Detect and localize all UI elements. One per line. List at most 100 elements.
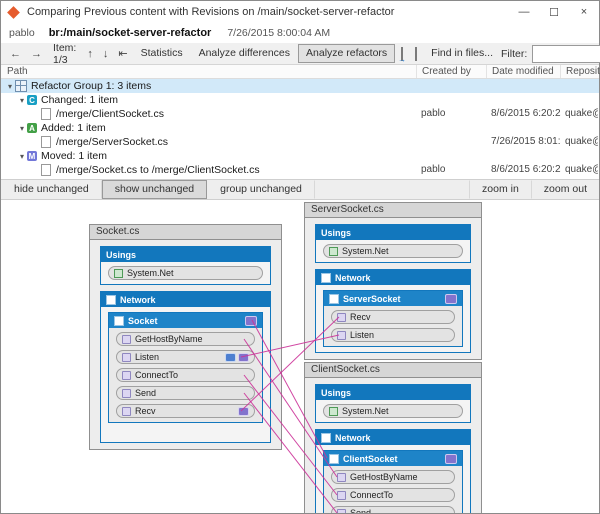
namespace-icon bbox=[321, 432, 331, 443]
member-badges bbox=[225, 352, 249, 362]
member-gethostbyname[interactable]: GetHostByName bbox=[116, 332, 255, 346]
file-box-socket[interactable]: Socket.cs Usings System.Net Network Sock… bbox=[89, 224, 282, 450]
tree-row-socket-moved[interactable]: /merge/Socket.cs to /merge/ClientSocket.… bbox=[1, 163, 599, 177]
repository-cell: quake@1... bbox=[565, 136, 598, 147]
using-system-net[interactable]: System.Net bbox=[323, 404, 463, 418]
class-header[interactable]: ClientSocket bbox=[324, 451, 462, 466]
method-icon bbox=[337, 330, 346, 340]
export-report-icon[interactable] bbox=[398, 46, 406, 64]
group-unchanged-button[interactable]: group unchanged bbox=[207, 180, 315, 199]
expander-icon[interactable]: ▾ bbox=[17, 152, 27, 161]
member-connectto[interactable]: ConnectTo bbox=[331, 488, 455, 502]
class-header[interactable]: Socket bbox=[109, 313, 262, 328]
find-in-files-button[interactable]: Find in files... bbox=[423, 44, 501, 63]
title-bar: Comparing Previous content with Revision… bbox=[1, 1, 599, 23]
show-unchanged-button[interactable]: show unchanged bbox=[101, 180, 208, 199]
class-box-socket: Socket GetHostByName Listen ConnectTo Se… bbox=[108, 312, 263, 423]
previous-item-icon[interactable]: ↑ bbox=[82, 46, 98, 62]
network-section: Network ServerSocket Recv Listen bbox=[315, 269, 471, 353]
analyze-refactors-button[interactable]: Analyze refactors bbox=[298, 44, 396, 63]
created-by-cell: pablo bbox=[421, 164, 446, 175]
usings-header[interactable]: Usings bbox=[316, 385, 470, 400]
toolbar: ← → Item: 1/3 ↑ ↓ ⇤ Statistics Analyze d… bbox=[1, 41, 600, 66]
app-window: Comparing Previous content with Revision… bbox=[0, 0, 600, 514]
namespace-icon bbox=[321, 272, 331, 283]
class-header[interactable]: ServerSocket bbox=[324, 291, 462, 306]
member-label: ConnectTo bbox=[135, 370, 179, 380]
member-recv[interactable]: Recv bbox=[331, 310, 455, 324]
tree-row-changed[interactable]: ▾ C Changed: 1 item bbox=[1, 93, 599, 107]
member-badges bbox=[238, 406, 249, 416]
usings-header[interactable]: Usings bbox=[316, 225, 470, 240]
column-created-by[interactable]: Created by bbox=[416, 65, 491, 78]
view-report-icon[interactable] bbox=[415, 46, 418, 61]
window-title: Comparing Previous content with Revision… bbox=[27, 6, 395, 18]
moved-marker-icon bbox=[445, 293, 457, 304]
network-header[interactable]: Network bbox=[316, 270, 470, 285]
member-connectto[interactable]: ConnectTo bbox=[116, 368, 255, 382]
class-name: Socket bbox=[128, 315, 158, 326]
network-title: Network bbox=[335, 272, 371, 283]
tree-row-moved[interactable]: ▾ M Moved: 1 item bbox=[1, 149, 599, 163]
date-modified-cell: 8/6/2015 6:20:23 AM bbox=[491, 108, 561, 119]
network-title: Network bbox=[120, 294, 156, 305]
expander-icon[interactable]: ▾ bbox=[17, 124, 27, 133]
member-recv[interactable]: Recv bbox=[116, 404, 255, 418]
column-repository[interactable]: Repository bbox=[560, 65, 600, 78]
created-by-cell bbox=[421, 135, 485, 149]
usings-header[interactable]: Usings bbox=[101, 247, 270, 262]
refactor-tree: ▾ Refactor Group 1: 3 items ▾ C Changed:… bbox=[1, 79, 599, 179]
created-by-cell: pablo bbox=[421, 108, 446, 119]
member-listen[interactable]: Listen bbox=[116, 350, 255, 364]
analyze-differences-button[interactable]: Analyze differences bbox=[191, 44, 298, 63]
file-box-serversocket[interactable]: ServerSocket.cs Usings System.Net Networ… bbox=[304, 202, 482, 360]
tree-row-refactor-group[interactable]: ▾ Refactor Group 1: 3 items bbox=[1, 79, 599, 93]
column-date-modified[interactable]: Date modified bbox=[486, 65, 565, 78]
file-box-clientsocket[interactable]: ClientSocket.cs Usings System.Net Networ… bbox=[304, 362, 482, 513]
method-icon bbox=[122, 406, 131, 416]
maximize-button[interactable]: ☐ bbox=[539, 1, 569, 23]
network-header[interactable]: Network bbox=[101, 292, 270, 307]
tree-row-serversocket[interactable]: /merge/ServerSocket.cs 7/26/2015 8:01:55… bbox=[1, 135, 599, 149]
next-item-icon[interactable]: ↓ bbox=[98, 46, 114, 62]
member-label: Send bbox=[350, 508, 372, 513]
expander-icon[interactable]: ▾ bbox=[17, 96, 27, 105]
file-icon bbox=[41, 136, 51, 148]
network-header[interactable]: Network bbox=[316, 430, 470, 445]
row-label: Added: 1 item bbox=[41, 122, 106, 134]
date-modified-cell: 8/6/2015 6:20:23 AM bbox=[491, 164, 561, 175]
window-controls: — ☐ × bbox=[509, 1, 599, 23]
item-counter: Item: 1/3 bbox=[53, 41, 77, 66]
member-gethostbyname[interactable]: GetHostByName bbox=[331, 470, 455, 484]
added-badge-icon: A bbox=[27, 123, 37, 133]
namespace-icon bbox=[329, 246, 338, 256]
method-icon bbox=[122, 388, 131, 398]
member-send[interactable]: Send bbox=[331, 506, 455, 513]
column-path[interactable]: Path bbox=[1, 65, 421, 78]
member-send[interactable]: Send bbox=[116, 386, 255, 400]
close-button[interactable]: × bbox=[569, 1, 599, 23]
hide-unchanged-button[interactable]: hide unchanged bbox=[1, 180, 102, 199]
tree-row-added[interactable]: ▾ A Added: 1 item bbox=[1, 121, 599, 135]
using-system-net[interactable]: System.Net bbox=[108, 266, 263, 280]
row-label: /merge/ClientSocket.cs bbox=[56, 108, 164, 120]
back-icon[interactable]: ← bbox=[5, 46, 26, 62]
zoom-in-button[interactable]: zoom in bbox=[469, 180, 531, 199]
method-icon bbox=[337, 472, 346, 482]
class-icon bbox=[114, 315, 124, 326]
statistics-button[interactable]: Statistics bbox=[133, 44, 191, 63]
forward-icon[interactable]: → bbox=[26, 46, 47, 62]
moved-marker-icon bbox=[238, 406, 249, 416]
zoom-out-button[interactable]: zoom out bbox=[530, 180, 599, 199]
expander-icon[interactable]: ▾ bbox=[5, 82, 15, 91]
tree-row-clientsocket[interactable]: /merge/ClientSocket.cs pablo 8/6/2015 6:… bbox=[1, 107, 599, 121]
minimize-button[interactable]: — bbox=[509, 1, 539, 23]
member-listen[interactable]: Listen bbox=[331, 328, 455, 342]
using-system-net[interactable]: System.Net bbox=[323, 244, 463, 258]
method-icon bbox=[122, 352, 131, 362]
info-bar: pablo br:/main/socket-server-refactor 7/… bbox=[1, 23, 599, 43]
first-item-icon[interactable]: ⇤ bbox=[113, 45, 132, 62]
member-label: Listen bbox=[135, 352, 160, 362]
file-title: ClientSocket.cs bbox=[305, 363, 481, 378]
filter-input[interactable] bbox=[532, 44, 600, 63]
